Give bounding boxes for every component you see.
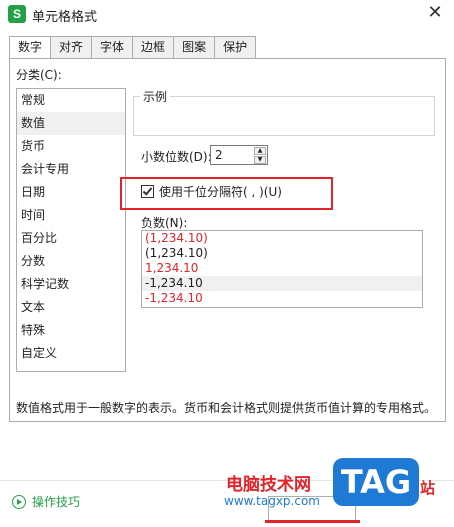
dialog-title: 单元格格式 <box>32 10 98 25</box>
negative-numbers-list[interactable]: (1,234.10) (1,234.10) 1,234.10 -1,234.10… <box>141 230 423 308</box>
negative-format-item[interactable]: -1,234.10 <box>142 276 422 291</box>
thousands-separator-checkbox[interactable]: 使用千位分隔符( , )(U) <box>141 183 282 200</box>
category-item[interactable]: 自定义 <box>17 342 125 365</box>
negative-format-item[interactable]: 1,234.10 <box>142 261 422 276</box>
decimal-places-value[interactable]: 2 <box>215 148 223 162</box>
thousands-separator-label[interactable]: 使用千位分隔符( , )(U) <box>159 183 282 200</box>
negative-format-item[interactable]: (1,234.10) <box>142 246 422 261</box>
category-item[interactable]: 文本 <box>17 296 125 319</box>
watermark-logo: TAG <box>333 458 419 506</box>
watermark-site: 站 <box>420 479 436 497</box>
spin-up-icon[interactable]: ▲ <box>254 147 266 155</box>
sample-legend: 示例 <box>140 88 171 105</box>
category-label: 分类(C): <box>16 68 62 82</box>
spin-down-icon[interactable]: ▼ <box>254 156 266 164</box>
tab-border[interactable]: 边框 <box>133 36 175 59</box>
category-item[interactable]: 常规 <box>17 89 125 112</box>
category-list[interactable]: 常规 数值 货币 会计专用 日期 时间 百分比 分数 科学记数 文本 特殊 自定… <box>16 88 126 372</box>
watermark-url: www.tagxp.com <box>224 494 320 508</box>
tab-strip: 数字 对齐 字体 边框 图案 保护 <box>9 36 257 60</box>
negative-numbers-label: 负数(N): <box>141 216 188 230</box>
app-logo-icon: S <box>8 5 26 23</box>
title-bar: S 单元格格式 ✕ <box>0 0 454 28</box>
decimal-places-stepper[interactable]: 2 ▲ ▼ <box>210 145 268 165</box>
decimal-places-label: 小数位数(D): <box>141 150 212 164</box>
checkbox-icon[interactable] <box>141 185 154 198</box>
tab-font[interactable]: 字体 <box>92 36 134 59</box>
category-item[interactable]: 日期 <box>17 181 125 204</box>
category-item[interactable]: 百分比 <box>17 227 125 250</box>
watermark-text: 电脑技术网 <box>226 475 311 495</box>
sample-box <box>133 96 435 136</box>
category-item[interactable]: 特殊 <box>17 319 125 342</box>
close-icon[interactable]: ✕ <box>424 2 446 24</box>
play-circle-icon <box>12 494 26 509</box>
tips-label[interactable]: 操作技巧 <box>32 493 80 510</box>
category-item[interactable]: 数值 <box>17 112 125 135</box>
tab-protection[interactable]: 保护 <box>215 36 257 59</box>
category-item[interactable]: 分数 <box>17 250 125 273</box>
category-item[interactable]: 时间 <box>17 204 125 227</box>
category-item[interactable]: 科学记数 <box>17 273 125 296</box>
check-mark-icon <box>142 185 153 196</box>
category-item[interactable]: 会计专用 <box>17 158 125 181</box>
tab-pattern[interactable]: 图案 <box>174 36 216 59</box>
negative-format-item[interactable]: -1,234.10 <box>142 291 422 306</box>
tab-number[interactable]: 数字 <box>9 36 52 60</box>
highlight-underline <box>265 520 360 523</box>
negative-format-item[interactable]: (1,234.10) <box>142 231 422 246</box>
category-item[interactable]: 货币 <box>17 135 125 158</box>
tips-link[interactable]: 操作技巧 <box>12 493 80 510</box>
tab-alignment[interactable]: 对齐 <box>51 36 93 59</box>
format-description: 数值格式用于一般数字的表示。货币和会计格式则提供货币值计算的专用格式。 <box>16 401 437 415</box>
